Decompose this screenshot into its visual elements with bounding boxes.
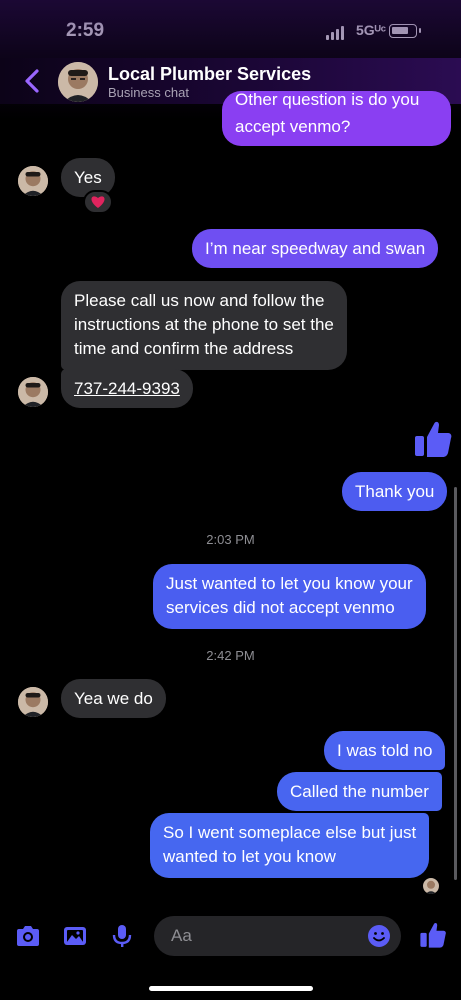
message-input[interactable]: Aa xyxy=(154,916,401,956)
outgoing-message[interactable]: So I went someplace else but just wanted… xyxy=(150,813,430,878)
network-label: 5Gᵁᶜ xyxy=(356,22,387,38)
home-indicator[interactable] xyxy=(149,986,313,991)
incoming-message[interactable]: 737-244-9393 xyxy=(61,369,193,408)
message-text: services did not accept venmo xyxy=(166,598,395,617)
heart-reaction-icon[interactable] xyxy=(83,190,113,214)
camera-icon[interactable] xyxy=(14,922,42,950)
outgoing-message[interactable]: Thank you xyxy=(342,472,448,511)
avatar[interactable] xyxy=(58,62,98,102)
status-time: 2:59 xyxy=(66,20,105,41)
timestamp: 2:42 PM xyxy=(206,648,255,663)
microphone-icon[interactable] xyxy=(108,922,136,950)
timestamp: 2:03 PM xyxy=(206,532,255,547)
message-text: So I went someplace else but just xyxy=(163,823,417,842)
avatar[interactable] xyxy=(18,687,48,717)
signal-icon xyxy=(326,26,344,40)
message-text: Please call us now and follow the xyxy=(74,291,325,310)
thumbs-up-icon[interactable] xyxy=(419,920,447,948)
message-text: Just wanted to let you know your xyxy=(166,574,413,593)
message-text: accept venmo? xyxy=(235,117,351,136)
outgoing-message[interactable]: I’m near speedway and swan xyxy=(192,229,439,268)
avatar[interactable] xyxy=(18,166,48,196)
message-text: Other question is do you xyxy=(235,91,420,109)
battery-icon xyxy=(389,24,421,38)
photo-icon[interactable] xyxy=(61,922,89,950)
outgoing-message[interactable]: Called the number xyxy=(277,772,442,811)
message-text: wanted to let you know xyxy=(163,847,336,866)
page-title: Local Plumber Services xyxy=(108,64,312,84)
page-subtitle: Business chat xyxy=(108,85,189,100)
outgoing-message[interactable]: Just wanted to let you know your service… xyxy=(153,564,426,629)
back-button[interactable] xyxy=(20,66,46,96)
message-input-placeholder: Aa xyxy=(171,926,192,945)
thumbs-up-message-icon[interactable] xyxy=(413,418,453,460)
outgoing-message[interactable]: Other question is do you accept venmo? xyxy=(222,91,451,146)
avatar[interactable] xyxy=(18,377,48,407)
scrollbar[interactable] xyxy=(454,487,457,880)
composer-bar: Aa xyxy=(0,910,461,962)
incoming-message[interactable]: Please call us now and follow the instru… xyxy=(61,281,347,370)
read-receipt-avatar xyxy=(423,878,439,894)
outgoing-message[interactable]: I was told no xyxy=(324,731,446,770)
message-text: time and confirm the address xyxy=(74,339,294,358)
message-text: instructions at the phone to set the xyxy=(74,315,334,334)
phone-link[interactable]: 737-244-9393 xyxy=(74,379,180,398)
status-bar: 2:59 5Gᵁᶜ xyxy=(0,0,461,58)
emoji-icon[interactable] xyxy=(367,924,391,948)
chevron-left-icon xyxy=(25,69,39,93)
incoming-message[interactable]: Yea we do xyxy=(61,679,166,718)
